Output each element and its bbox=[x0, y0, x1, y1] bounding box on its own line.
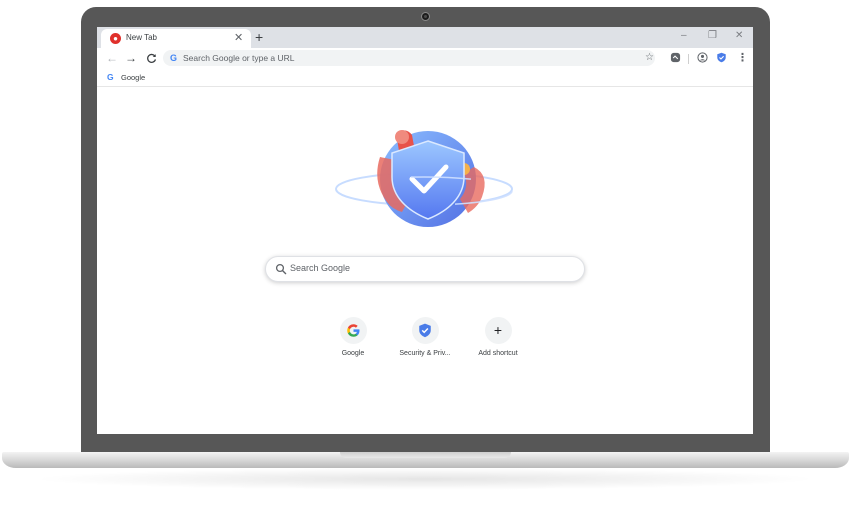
reload-button[interactable] bbox=[146, 50, 157, 68]
google-g-icon: G bbox=[170, 53, 178, 63]
bookmark-star-icon[interactable]: ☆ bbox=[645, 51, 654, 65]
back-button[interactable]: ← bbox=[106, 50, 118, 66]
tab-close-icon[interactable]: ✕ bbox=[234, 30, 243, 46]
shortcut-google[interactable]: Google bbox=[322, 317, 384, 357]
profile-avatar-icon[interactable] bbox=[697, 52, 708, 63]
plus-icon: + bbox=[493, 322, 503, 338]
shortcut-security-privacy[interactable]: Security & Priv... bbox=[394, 317, 456, 357]
security-illustration bbox=[335, 130, 513, 227]
toolbar-separator bbox=[688, 54, 689, 64]
window-close-button[interactable]: ✕ bbox=[735, 29, 743, 43]
search-box[interactable]: Search Google bbox=[265, 256, 585, 282]
shield-check-icon bbox=[419, 323, 431, 338]
new-tab-button[interactable]: + bbox=[255, 28, 263, 46]
minimize-button[interactable]: – bbox=[681, 29, 687, 43]
menu-kebab-icon[interactable]: ⋮ bbox=[737, 51, 748, 65]
address-bar-placeholder: Search Google or type a URL bbox=[183, 53, 295, 63]
laptop-notch bbox=[340, 452, 511, 458]
shortcut-add-circle: + bbox=[484, 317, 512, 344]
toolbar: ← → G Search Google or type a URL ☆ ⋮ bbox=[97, 48, 753, 69]
tab-new-tab[interactable]: ● New Tab ✕ bbox=[101, 29, 251, 48]
google-g-icon bbox=[346, 324, 359, 337]
shield-extension-icon[interactable] bbox=[716, 52, 727, 63]
extension-icon[interactable] bbox=[670, 52, 681, 63]
shortcut-security-circle bbox=[411, 317, 439, 344]
shortcut-label: Add shortcut bbox=[478, 350, 518, 357]
search-placeholder: Search Google bbox=[290, 263, 351, 273]
search-icon bbox=[275, 263, 287, 275]
shortcut-add[interactable]: + Add shortcut bbox=[467, 317, 529, 357]
tab-strip: ● New Tab ✕ + – ❐ ✕ bbox=[97, 27, 753, 48]
tab-title: New Tab bbox=[126, 33, 157, 42]
shortcut-label: Google bbox=[341, 350, 365, 357]
shortcut-label: Security & Priv... bbox=[399, 350, 451, 357]
tab-favicon-icon: ● bbox=[110, 33, 121, 44]
shortcut-google-circle bbox=[339, 317, 367, 344]
laptop-shadow bbox=[30, 468, 820, 490]
restore-button[interactable]: ❐ bbox=[708, 29, 717, 43]
bookmark-google[interactable]: Google bbox=[121, 73, 145, 82]
google-g-icon: G bbox=[107, 72, 114, 82]
reload-icon bbox=[147, 53, 157, 63]
browser-window: ● New Tab ✕ + – ❐ ✕ ← → G Search Google … bbox=[97, 27, 753, 434]
webcam bbox=[421, 12, 430, 21]
address-bar[interactable]: G Search Google or type a URL bbox=[163, 50, 655, 66]
forward-button[interactable]: → bbox=[125, 50, 137, 66]
bookmarks-bar: G Google bbox=[97, 69, 753, 87]
